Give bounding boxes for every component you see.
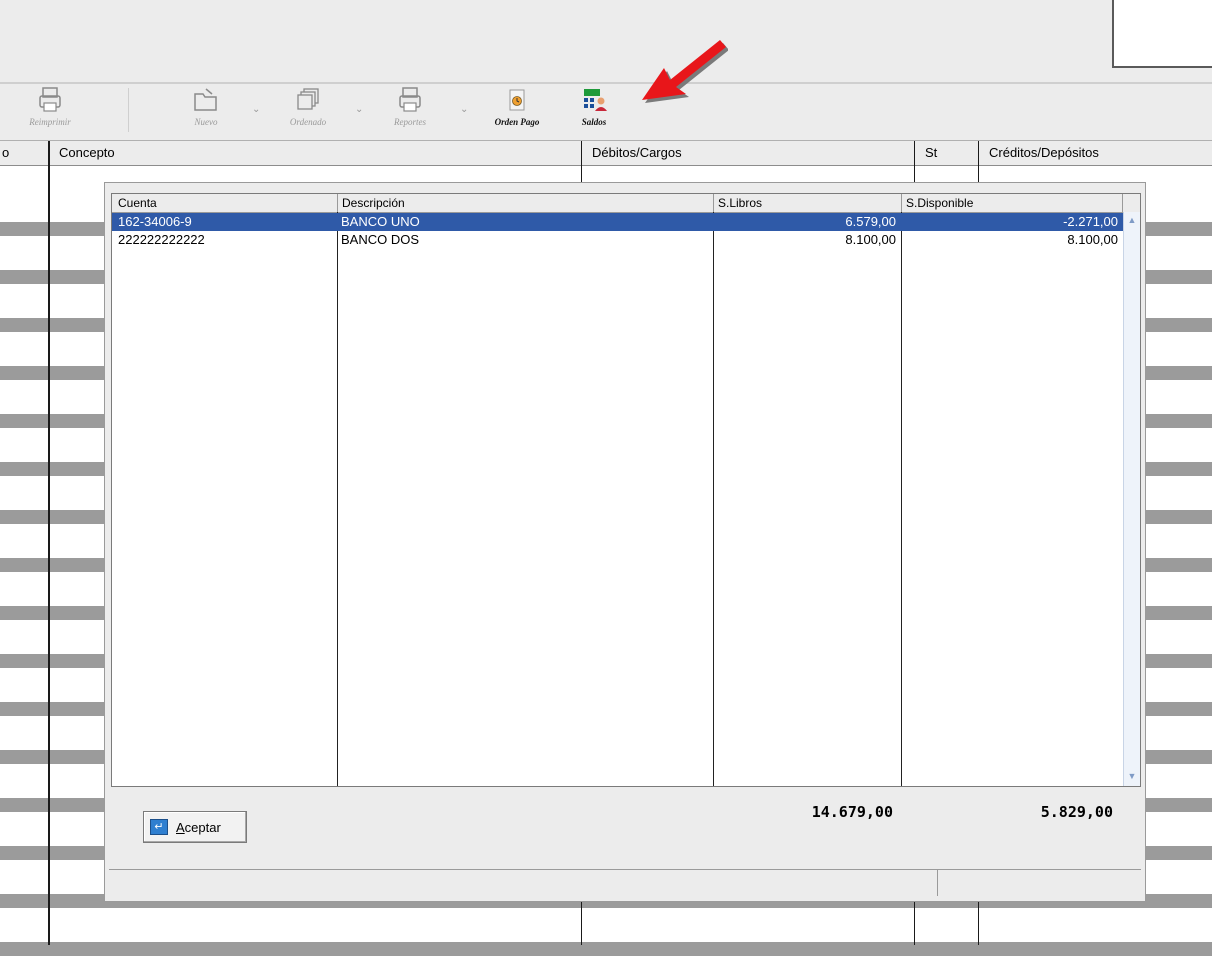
open-folder-icon: [194, 88, 217, 111]
col-cuenta[interactable]: Cuenta: [112, 194, 338, 212]
grid-col-debitos[interactable]: Débitos/Cargos: [582, 141, 915, 165]
col-s-disponible[interactable]: S.Disponible: [902, 194, 1123, 212]
saldos-dialog: Cuenta Descripción S.Libros S.Disponible…: [104, 182, 1146, 902]
grid-col-creditos[interactable]: Créditos/Depósitos: [979, 141, 1212, 165]
aceptar-label: Aceptar: [176, 820, 221, 835]
cell-s-disponible: -2.271,00: [1063, 214, 1118, 229]
grid-header: o Concepto Débitos/Cargos St Créditos/De…: [0, 141, 1212, 166]
cell-descripcion: BANCO DOS: [341, 232, 420, 247]
ordenado-label: Ordenado: [289, 117, 327, 127]
aceptar-button[interactable]: ↵ Aceptar: [143, 811, 247, 843]
column-divider: [337, 212, 338, 786]
balance-users-icon: [584, 89, 607, 111]
window-top-area: [0, 0, 1212, 84]
total-s-disponible: 5.829,00: [1040, 803, 1113, 821]
saldos-button[interactable]: Saldos: [572, 86, 616, 127]
toolbar-separator: [128, 88, 129, 132]
vertical-scrollbar[interactable]: ▲ ▼: [1123, 212, 1140, 786]
enter-icon: ↵: [150, 819, 168, 835]
status-separator: [937, 870, 938, 896]
saldos-label: Saldos: [581, 117, 607, 127]
nuevo-button[interactable]: Nuevo: [184, 86, 228, 127]
printer-icon: [39, 87, 61, 112]
scroll-up-icon[interactable]: ▲: [1126, 214, 1138, 226]
cell-s-libros: 8.100,00: [845, 232, 896, 247]
cell-cuenta: 162-34006-9: [118, 214, 192, 229]
cell-descripcion: BANCO UNO: [341, 214, 420, 229]
nuevo-dropdown-icon[interactable]: ⌄: [252, 104, 260, 115]
nuevo-label: Nuevo: [194, 117, 218, 127]
reimprimir-button[interactable]: Reimprimir: [28, 86, 72, 127]
total-s-libros: 14.679,00: [811, 803, 893, 821]
reimprimir-label: Reimprimir: [29, 117, 71, 127]
printer-icon: [399, 87, 421, 112]
top-right-panel: [1112, 0, 1212, 68]
grid-col-st[interactable]: St: [915, 141, 979, 165]
ordenado-button[interactable]: Ordenado: [278, 86, 338, 127]
table-row[interactable]: 222222222222 BANCO DOS 8.100,00 8.100,00: [112, 231, 1123, 249]
toolbar: Reimprimir Nuevo ⌄ Ordenado ⌄ Reportes ⌄: [0, 84, 1212, 141]
column-divider: [901, 212, 902, 786]
clock-document-icon: [509, 89, 525, 111]
reportes-button[interactable]: Reportes: [380, 86, 440, 127]
grid-col-partial[interactable]: o: [0, 141, 49, 165]
orden-pago-button[interactable]: Orden Pago: [484, 86, 550, 127]
cell-s-disponible: 8.100,00: [1067, 232, 1118, 247]
col-s-libros[interactable]: S.Libros: [714, 194, 902, 212]
grid-col-concepto[interactable]: Concepto: [49, 141, 582, 165]
table-row[interactable]: 162-34006-9 BANCO UNO 6.579,00 -2.271,00: [112, 213, 1123, 231]
accounts-list: Cuenta Descripción S.Libros S.Disponible…: [111, 193, 1141, 787]
ordenado-dropdown-icon[interactable]: ⌄: [355, 104, 363, 115]
status-bar: [109, 869, 1141, 896]
cell-cuenta: 222222222222: [118, 232, 205, 247]
col-descripcion[interactable]: Descripción: [338, 194, 714, 212]
column-divider: [713, 212, 714, 786]
grid-stripe-row: [0, 942, 1212, 956]
scroll-down-icon[interactable]: ▼: [1126, 770, 1138, 782]
stack-icon: [297, 88, 319, 110]
cell-s-libros: 6.579,00: [845, 214, 896, 229]
reportes-dropdown-icon[interactable]: ⌄: [460, 104, 468, 115]
grid-column-line: [48, 141, 50, 945]
red-arrow-annotation: [642, 40, 728, 103]
reportes-label: Reportes: [394, 117, 426, 127]
accounts-list-header: Cuenta Descripción S.Libros S.Disponible: [112, 194, 1140, 213]
orden-pago-label: Orden Pago: [494, 117, 540, 127]
